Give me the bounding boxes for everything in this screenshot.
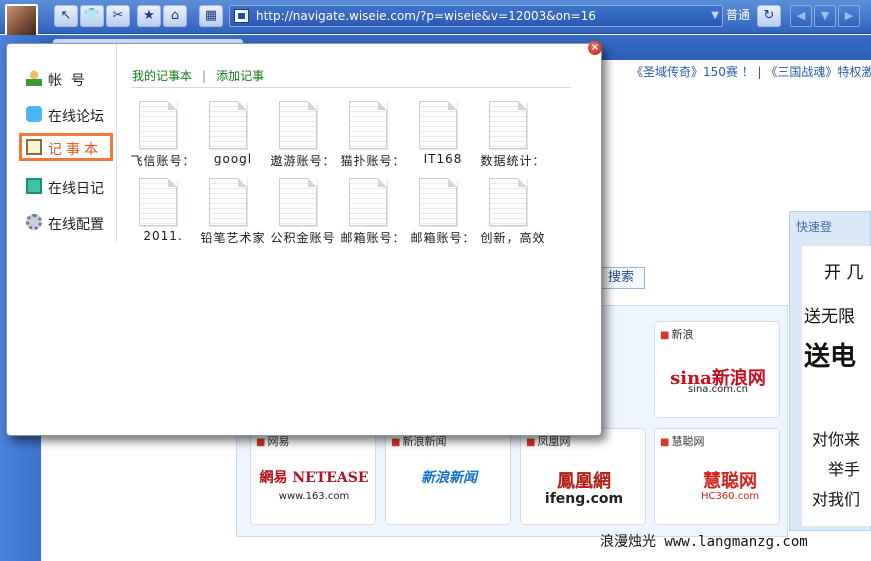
site-logo: 網易 NETEASE (259, 470, 369, 486)
site-card-ifeng[interactable]: 凤凰网 鳳凰網 ifeng.com (520, 428, 646, 525)
nav-item-label: 在线论坛 (48, 109, 104, 125)
notebook-icon (26, 139, 42, 155)
diary-icon (26, 178, 42, 194)
site-logo: 鳳凰網 (557, 471, 611, 492)
site-logo-sub: ifeng.com (544, 491, 624, 507)
nav-item-label: 在线配置 (48, 217, 104, 233)
mode-label[interactable]: 普通 (726, 6, 750, 23)
ad-line: 开 几 (824, 263, 864, 283)
close-icon[interactable]: × (588, 41, 602, 55)
user-icon (26, 70, 42, 86)
nav-item-diary[interactable]: 在线日记 (19, 172, 113, 200)
note-item[interactable]: IT168 (408, 101, 478, 177)
scissors-icon[interactable]: ✂ (106, 5, 130, 27)
note-item[interactable]: 猫扑账号： (338, 101, 408, 177)
ad-line: 举手 (828, 460, 861, 479)
nav-dropdown-icon[interactable]: ▼ (814, 5, 836, 27)
nav-item-forum[interactable]: 在线论坛 (19, 100, 113, 128)
site-card-caption: 慧聪网 (660, 433, 704, 449)
site-card-sina[interactable]: 新浪 sina新浪网 sina.com.cn (654, 321, 780, 418)
pointer-icon[interactable]: ↖ (54, 5, 78, 27)
note-item[interactable]: 邮箱账号： (338, 178, 408, 254)
document-icon (489, 178, 527, 226)
note-item[interactable]: 铅笔艺术家 (198, 178, 268, 254)
document-icon (419, 101, 457, 149)
note-item[interactable]: 邮箱账号： (408, 178, 478, 254)
document-icon (489, 101, 527, 149)
site-logo: 新浪新闻 (421, 470, 477, 486)
site-logo-sub: www.163.com (278, 491, 350, 502)
ad-line: 送电 (804, 342, 857, 372)
nav-item-label: 记事本 (48, 142, 102, 158)
document-icon (279, 178, 317, 226)
ad-line: 对我们 (812, 490, 861, 509)
gear-icon (26, 214, 42, 230)
document-icon (419, 178, 457, 226)
note-item[interactable]: googl (198, 101, 268, 177)
refresh-icon[interactable]: ↻ (757, 5, 781, 27)
nav-item-settings[interactable]: 在线配置 (19, 208, 113, 236)
nav-item-label: 在线日记 (48, 181, 104, 197)
nav-item-label: 帐 号 (48, 73, 85, 89)
url-dropdown-icon[interactable]: ▼ (711, 6, 719, 26)
site-card-caption: 新浪 (660, 326, 693, 342)
site-card-hc360[interactable]: 慧聪网 慧聪网 HC360.com (654, 428, 780, 525)
ad-line: 送无限 (804, 307, 855, 327)
browser-toolbar: ↖ 👕 ✂ ★ ⌂ ▦ http://navigate.wiseie.com/?… (0, 0, 871, 37)
chat-bubble-icon (26, 106, 42, 122)
search-button[interactable]: 搜索 (597, 267, 645, 289)
note-item[interactable]: 飞信账号： (128, 101, 198, 177)
document-icon (139, 178, 177, 226)
avatar[interactable] (5, 4, 38, 37)
quick-login-header[interactable]: 快速登 (790, 212, 871, 238)
note-item[interactable]: 数据统计： (478, 101, 548, 177)
nav-item-account[interactable]: 帐 号 (19, 64, 113, 92)
site-logo: 慧聪网 (703, 471, 757, 492)
calendar-icon[interactable]: ▦ (199, 5, 223, 27)
note-title: 数据统计： (480, 154, 546, 168)
note-item[interactable]: 2011. (128, 178, 198, 254)
nav-item-notebook[interactable]: 记事本 (19, 133, 113, 161)
document-icon (349, 101, 387, 149)
forward-icon[interactable]: ▶ (838, 5, 860, 27)
tab-my-notes[interactable]: 我的记事本 (132, 69, 192, 83)
divider (131, 87, 571, 88)
tab-separator: | (202, 69, 207, 83)
watermark: 浪漫烛光 www.langmanzg.com (600, 534, 808, 550)
url-bar[interactable]: http://navigate.wiseie.com/?p=wiseie&v=1… (229, 5, 723, 27)
document-icon (279, 101, 317, 149)
home-icon[interactable]: ⌂ (163, 5, 187, 27)
document-icon (209, 178, 247, 226)
notepad-panel: × 帐 号 在线论坛 记事本 在线日记 在线配置 我的记事本 | 添加记事 飞信账号… (6, 41, 602, 436)
ad-banner[interactable]: 开 几 送无限 送电 对你来 举手 对我们 (802, 246, 871, 526)
site-logo-sub: sina.com.cn (687, 384, 748, 395)
note-item[interactable]: 遨游账号： (268, 101, 338, 177)
note-title: 创新，高效 (480, 231, 546, 245)
site-logo-sub: HC360.com (700, 491, 760, 502)
url-text: http://navigate.wiseie.com/?p=wiseie&v=1… (256, 9, 596, 23)
panel-side-nav: 帐 号 在线论坛 记事本 在线日记 在线配置 (7, 44, 117, 242)
site-card-sina-news[interactable]: 新浪新闻 新浪新闻 (385, 428, 511, 525)
document-icon (349, 178, 387, 226)
document-icon (139, 101, 177, 149)
site-card-netease[interactable]: 网易 網易 NETEASE www.163.com (250, 428, 376, 525)
note-item[interactable]: 创新，高效 (478, 178, 548, 254)
ad-line: 对你来 (812, 430, 861, 449)
notepad-tabs: 我的记事本 | 添加记事 (132, 67, 264, 84)
shirt-icon[interactable]: 👕 (80, 5, 104, 27)
document-icon (209, 101, 247, 149)
top-links[interactable]: 《圣域传奇》150赛 ！ | 《三国战魂》特权激 (631, 63, 871, 80)
note-item[interactable]: 公积金账号 (268, 178, 338, 254)
site-favicon (234, 9, 249, 23)
quick-login-panel: 快速登 开 几 送无限 送电 对你来 举手 对我们 (789, 211, 871, 531)
tab-add-note[interactable]: 添加记事 (216, 69, 264, 83)
star-icon[interactable]: ★ (137, 5, 161, 27)
back-icon[interactable]: ◀ (790, 5, 812, 27)
